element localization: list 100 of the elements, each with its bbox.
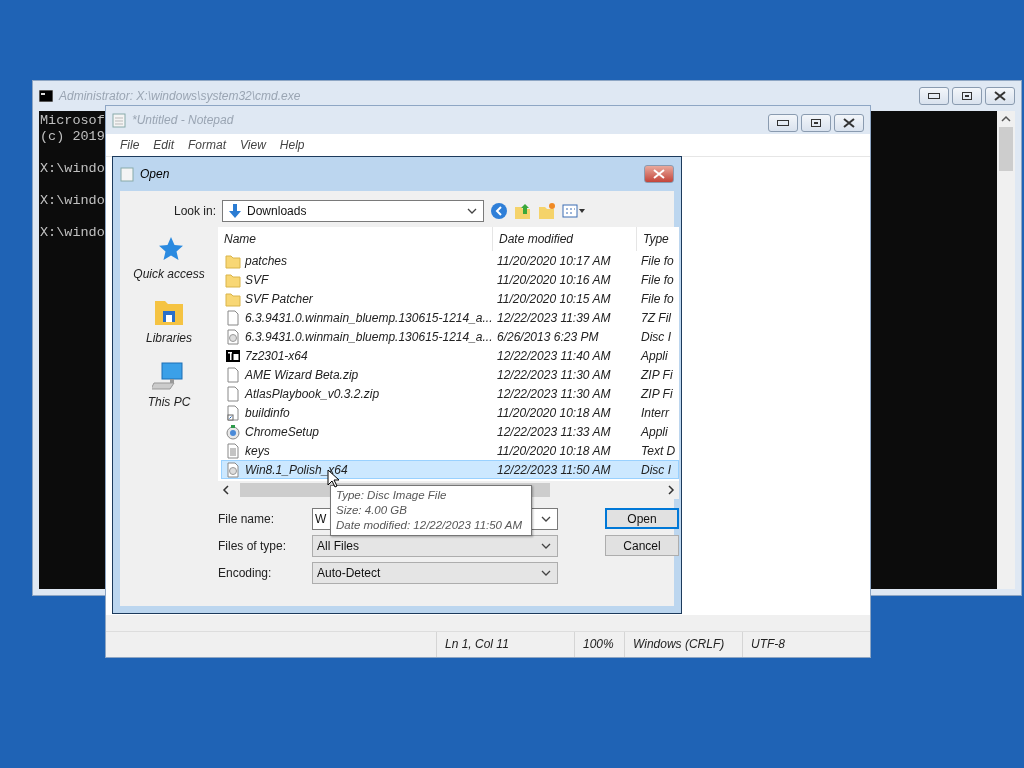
file-row[interactable]: 6.3.9431.0.winmain_bluemp.130615-1214_a... 12/22/2023 11:39 AM 7Z Fil: [221, 308, 679, 327]
menu-item[interactable]: Format: [182, 138, 235, 152]
scroll-right-icon: [667, 485, 675, 495]
window-title: Administrator: X:\windows\system32\cmd.exe: [59, 89, 301, 103]
file-date: 6/26/2013 6:23 PM: [497, 329, 599, 344]
menu-item[interactable]: File: [114, 138, 148, 152]
maximize-button[interactable]: [801, 114, 831, 132]
menu-item[interactable]: View: [234, 138, 274, 152]
close-button[interactable]: [834, 114, 864, 132]
console-line: X:\windo: [40, 225, 105, 241]
sidebar-item[interactable]: This PC: [147, 361, 191, 409]
open-button[interactable]: Open: [605, 508, 679, 529]
status-text: UTF-8: [742, 632, 822, 657]
scroll-up-icon: [1001, 115, 1011, 123]
file-type-dropdown[interactable]: All Files: [312, 534, 558, 557]
file-type: Disc I: [641, 329, 671, 344]
file-date: 11/20/2020 10:17 AM: [497, 253, 611, 268]
file-date: 12/22/2023 11:39 AM: [497, 310, 611, 325]
sidebar-item[interactable]: Libraries: [146, 297, 192, 345]
status-text: Windows (CRLF): [624, 632, 742, 657]
minimize-button[interactable]: [919, 87, 949, 105]
scroll-left-icon: [222, 485, 230, 495]
maximize-button[interactable]: [952, 87, 982, 105]
file-row[interactable]: keys 11/20/2020 10:18 AM Text D: [221, 441, 679, 460]
computer-icon: [152, 361, 186, 391]
column-header[interactable]: Name: [218, 227, 493, 251]
file-row[interactable]: AME Wizard Beta.zip 12/22/2023 11:30 AM ZIP Fi: [221, 365, 679, 384]
view-menu-icon[interactable]: [562, 203, 587, 219]
minimize-icon: [928, 93, 940, 99]
file-type: Appli: [641, 424, 668, 439]
back-icon[interactable]: [490, 202, 509, 220]
column-header[interactable]: Type: [637, 227, 677, 251]
field-label: Files of type:: [218, 538, 288, 553]
file-type: Interr: [641, 405, 669, 420]
file-icon: [225, 366, 241, 383]
file-row[interactable]: SVF 11/20/2020 10:16 AM File fo: [221, 270, 679, 289]
disc-file-icon: [225, 328, 241, 345]
look-in-dropdown[interactable]: Downloads: [222, 200, 485, 222]
file-row[interactable]: patches 11/20/2020 10:17 AM File fo: [221, 251, 679, 270]
notepad-icon: [112, 112, 126, 128]
tooltip-line: Type: Disc Image File: [336, 488, 448, 503]
file-name: 6.3.9431.0.winmain_bluemp.130615-1214_a...: [245, 329, 493, 344]
field-label: Look in:: [174, 204, 217, 218]
file-icon: [225, 309, 241, 326]
close-button[interactable]: [985, 87, 1015, 105]
shortcut-file-icon: [225, 404, 241, 421]
file-type: 7Z Fil: [641, 310, 671, 325]
file-row[interactable]: SVF Patcher 11/20/2020 10:15 AM File fo: [221, 289, 679, 308]
file-date: 11/20/2020 10:18 AM: [497, 443, 611, 458]
file-type: Disc I: [641, 462, 671, 477]
file-row[interactable]: buildinfo 11/20/2020 10:18 AM Interr: [221, 403, 679, 422]
file-type: Text D: [641, 443, 676, 458]
menu-item[interactable]: Help: [273, 138, 313, 152]
console-line: X:\windo: [40, 161, 105, 177]
encoding-dropdown[interactable]: Auto-Detect: [312, 561, 558, 584]
setup-icon: [225, 423, 241, 440]
minimize-button[interactable]: [768, 114, 798, 132]
file-icon: [225, 385, 241, 402]
file-type: Appli: [641, 348, 668, 363]
status-text: Ln 1, Col 11: [436, 632, 574, 657]
maximize-icon: [962, 92, 972, 100]
close-icon: [653, 169, 665, 179]
sidebar-item[interactable]: Quick access: [133, 235, 205, 281]
folder-icon: [225, 290, 241, 307]
minimize-icon: [777, 120, 789, 126]
file-row[interactable]: ChromeSetup 12/22/2023 11:33 AM Appli: [221, 422, 679, 441]
close-icon: [843, 118, 855, 128]
file-name: SVF: [245, 272, 269, 287]
text-file-icon: [225, 442, 241, 459]
file-name: AtlasPlaybook_v0.3.2.zip: [245, 386, 380, 401]
file-date: 12/22/2023 11:30 AM: [497, 386, 611, 401]
maximize-icon: [811, 119, 821, 127]
file-name: keys: [245, 443, 270, 458]
file-date: 12/22/2023 11:40 AM: [497, 348, 611, 363]
tooltip-line: Size: 4.00 GB: [336, 503, 408, 518]
file-name: patches: [245, 253, 288, 268]
file-row[interactable]: AtlasPlaybook_v0.3.2.zip 12/22/2023 11:30 AM ZIP Fi: [221, 384, 679, 403]
tooltip-line: Date modified: 12/22/2023 11:50 AM: [336, 518, 524, 533]
file-name: buildinfo: [245, 405, 290, 420]
close-icon: [994, 91, 1006, 101]
file-row[interactable]: 7z2301-x64 12/22/2023 11:40 AM Appli: [221, 346, 679, 365]
file-row[interactable]: 6.3.9431.0.winmain_bluemp.130615-1214_a... 6/26/2013 6:23 PM Disc I: [221, 327, 679, 346]
up-folder-icon[interactable]: [514, 202, 533, 220]
file-name: SVF Patcher: [245, 291, 313, 306]
file-date: 11/20/2020 10:18 AM: [497, 405, 611, 420]
disc-file-icon: [225, 461, 241, 478]
menu-item[interactable]: Edit: [147, 138, 183, 152]
file-row[interactable]: Win8.1_Polish_x64 12/22/2023 11:50 AM Disc I: [221, 460, 679, 479]
file-name: Win8.1_Polish_x64: [245, 462, 348, 477]
file-name: 6.3.9431.0.winmain_bluemp.130615-1214_a...: [245, 310, 493, 325]
column-header[interactable]: Date modified: [493, 227, 637, 251]
folder-icon: [225, 271, 241, 288]
file-type: File fo: [641, 253, 674, 268]
file-date: 12/22/2023 11:33 AM: [497, 424, 611, 439]
console-icon: [39, 90, 53, 102]
download-arrow-icon: [227, 203, 244, 219]
file-type: ZIP Fi: [641, 386, 673, 401]
scrollbar-thumb[interactable]: [999, 127, 1013, 171]
archiver-app-icon: [225, 347, 241, 364]
cancel-button[interactable]: Cancel: [605, 535, 679, 556]
